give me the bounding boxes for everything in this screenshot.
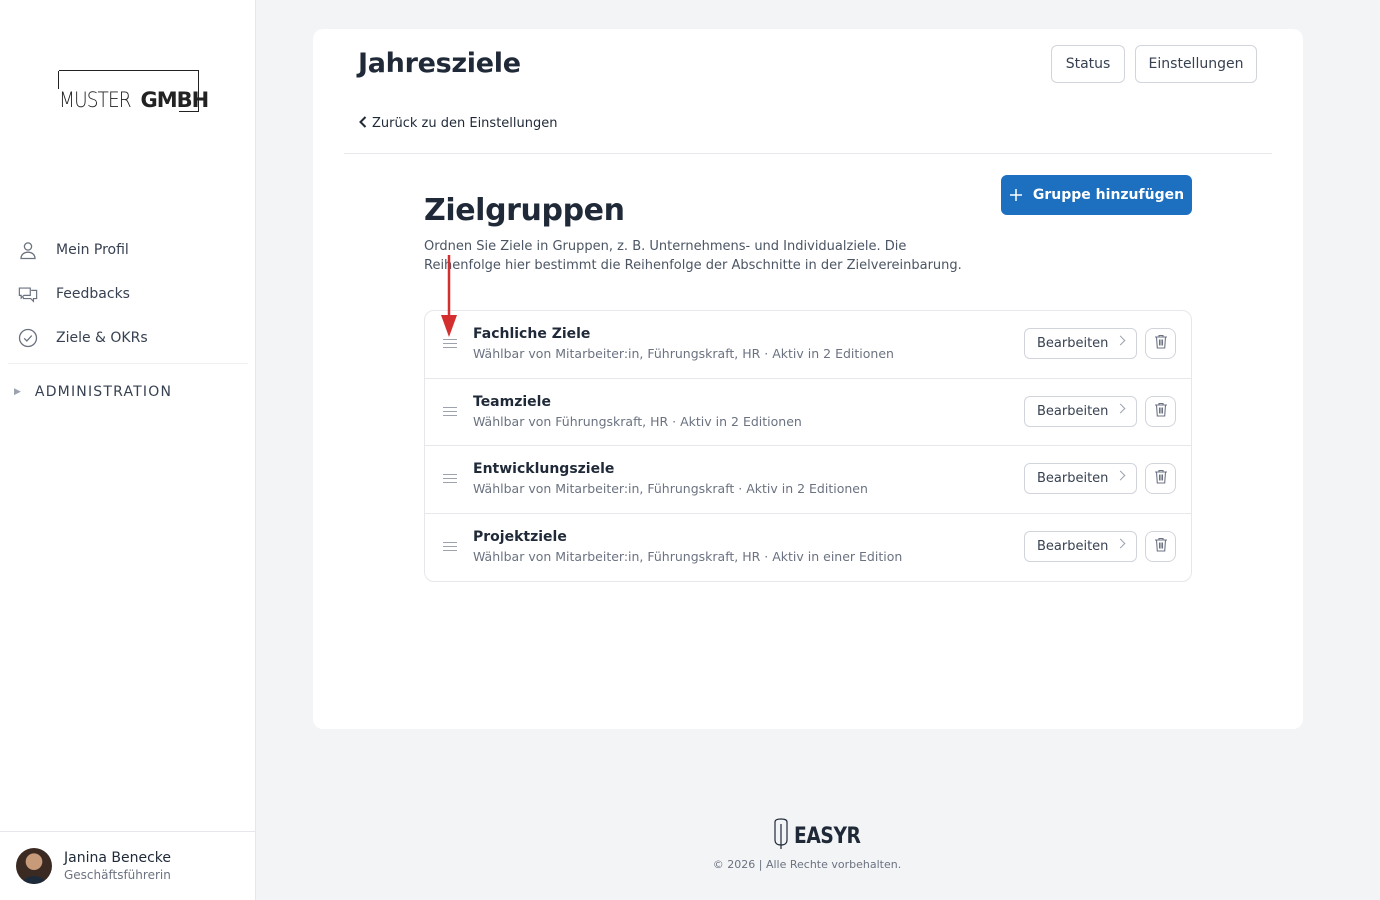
group-meta: Wählbar von Führungskraft, HR · Aktiv in… <box>473 413 802 429</box>
group-meta: Wählbar von Mitarbeiter:in, Führungskraf… <box>473 481 868 496</box>
avatar <box>16 848 52 884</box>
list-item: Fachliche Ziele Wählbar von Mitarbeiter:… <box>425 311 1191 379</box>
chevron-right-icon <box>1115 538 1126 548</box>
sidebar: MUSTER GMBH Mein Profil Feedbacks Ziele &… <box>0 0 256 900</box>
group-list: Fachliche Ziele Wählbar von Mitarbeiter:… <box>424 310 1192 582</box>
user-icon <box>18 240 38 260</box>
delete-button[interactable] <box>1145 463 1176 494</box>
drag-handle-icon[interactable] <box>443 541 457 552</box>
add-group-button[interactable]: Gruppe hinzufügen <box>1001 175 1192 215</box>
section-title: Zielgruppen <box>424 193 625 228</box>
chevron-left-icon <box>359 116 367 131</box>
section-description: Ordnen Sie Ziele in Gruppen, z. B. Unter… <box>424 239 962 273</box>
copyright: © 2026 | Alle Rechte vorbehalten. <box>712 858 902 871</box>
user-profile[interactable]: Janina Benecke Geschäftsführerin <box>0 831 256 900</box>
list-item: Projektziele Wählbar von Mitarbeiter:in,… <box>425 514 1191 582</box>
drag-handle-icon[interactable] <box>443 406 457 417</box>
page-title: Jahresziele <box>358 48 521 79</box>
list-item: Teamziele Wählbar von Führungskraft, HR … <box>425 379 1191 446</box>
logo-wordmark: MUSTER GMBH <box>59 88 210 112</box>
check-circle-icon <box>18 328 38 348</box>
settings-button[interactable]: Einstellungen <box>1135 45 1257 83</box>
user-name: Janina Benecke <box>64 850 171 866</box>
group-meta: Wählbar von Mitarbeiter:in, Führungskraf… <box>473 346 894 361</box>
list-item: Entwicklungsziele Wählbar von Mitarbeite… <box>425 446 1191 514</box>
sidebar-item-mein-profil[interactable]: Mein Profil <box>0 228 256 272</box>
group-name: Projektziele <box>473 528 567 545</box>
sidebar-item-feedbacks[interactable]: Feedbacks <box>0 272 256 316</box>
header-divider <box>344 153 1272 154</box>
edit-button-label: Bearbeiten <box>1037 336 1109 351</box>
easyr-logo-icon <box>772 818 790 854</box>
drag-handle-icon[interactable] <box>443 474 457 484</box>
trash-icon <box>1154 402 1168 421</box>
edit-button[interactable]: Bearbeiten <box>1024 328 1137 359</box>
plus-icon <box>1009 185 1023 205</box>
delete-button[interactable] <box>1145 530 1176 562</box>
chevron-right-icon <box>1115 335 1126 346</box>
back-link-label: Zurück zu den Einstellungen <box>372 116 558 131</box>
admin-label: ADMINISTRATION <box>34 384 173 400</box>
edit-button-label: Bearbeiten <box>1037 471 1109 486</box>
edit-button[interactable]: Bearbeiten <box>1024 395 1137 427</box>
edit-button-label: Bearbeiten <box>1037 538 1109 554</box>
delete-button[interactable] <box>1145 328 1176 359</box>
chevron-right-icon <box>1115 470 1126 481</box>
sidebar-item-label: Feedbacks <box>56 286 130 302</box>
group-name: Fachliche Ziele <box>473 326 591 342</box>
edit-button[interactable]: Bearbeiten <box>1024 530 1137 562</box>
drag-handle-icon[interactable] <box>443 339 457 349</box>
footer-logo: EASYR <box>772 818 872 854</box>
trash-icon <box>1154 334 1168 353</box>
sidebar-item-ziele-okrs[interactable]: Ziele & OKRs <box>0 316 256 360</box>
trash-icon <box>1154 537 1168 556</box>
chevron-right-icon <box>1115 403 1126 413</box>
logo-light-text: MUSTER <box>59 88 132 112</box>
edit-button-label: Bearbeiten <box>1037 403 1109 419</box>
edit-button[interactable]: Bearbeiten <box>1024 463 1137 494</box>
chat-icon <box>18 284 38 304</box>
annotation-arrow-icon <box>441 255 457 337</box>
sidebar-section-administration[interactable]: ▶ ADMINISTRATION <box>0 364 256 420</box>
group-meta: Wählbar von Mitarbeiter:in, Führungskraf… <box>473 548 903 564</box>
main-card: Jahresziele Status Einstellungen Zurück … <box>313 29 1303 729</box>
sidebar-item-label: Mein Profil <box>56 242 129 258</box>
company-logo[interactable]: MUSTER GMBH <box>58 70 209 112</box>
group-name: Entwicklungsziele <box>473 461 615 477</box>
group-name: Teamziele <box>473 393 551 410</box>
user-role: Geschäftsführerin <box>64 868 171 882</box>
back-link[interactable]: Zurück zu den Einstellungen <box>359 116 557 131</box>
footer-logo-text: EASYR <box>794 823 861 849</box>
logo-bold-text: GMBH <box>140 88 210 112</box>
user-info: Janina Benecke Geschäftsführerin <box>64 850 171 882</box>
sidebar-nav: Mein Profil Feedbacks Ziele & OKRs ▶ ADM… <box>0 228 256 420</box>
caret-right-icon: ▶ <box>14 387 21 397</box>
status-button[interactable]: Status <box>1051 45 1125 83</box>
add-group-label: Gruppe hinzufügen <box>1032 187 1185 203</box>
delete-button[interactable] <box>1145 395 1176 427</box>
sidebar-item-label: Ziele & OKRs <box>56 330 148 346</box>
trash-icon <box>1154 469 1168 488</box>
